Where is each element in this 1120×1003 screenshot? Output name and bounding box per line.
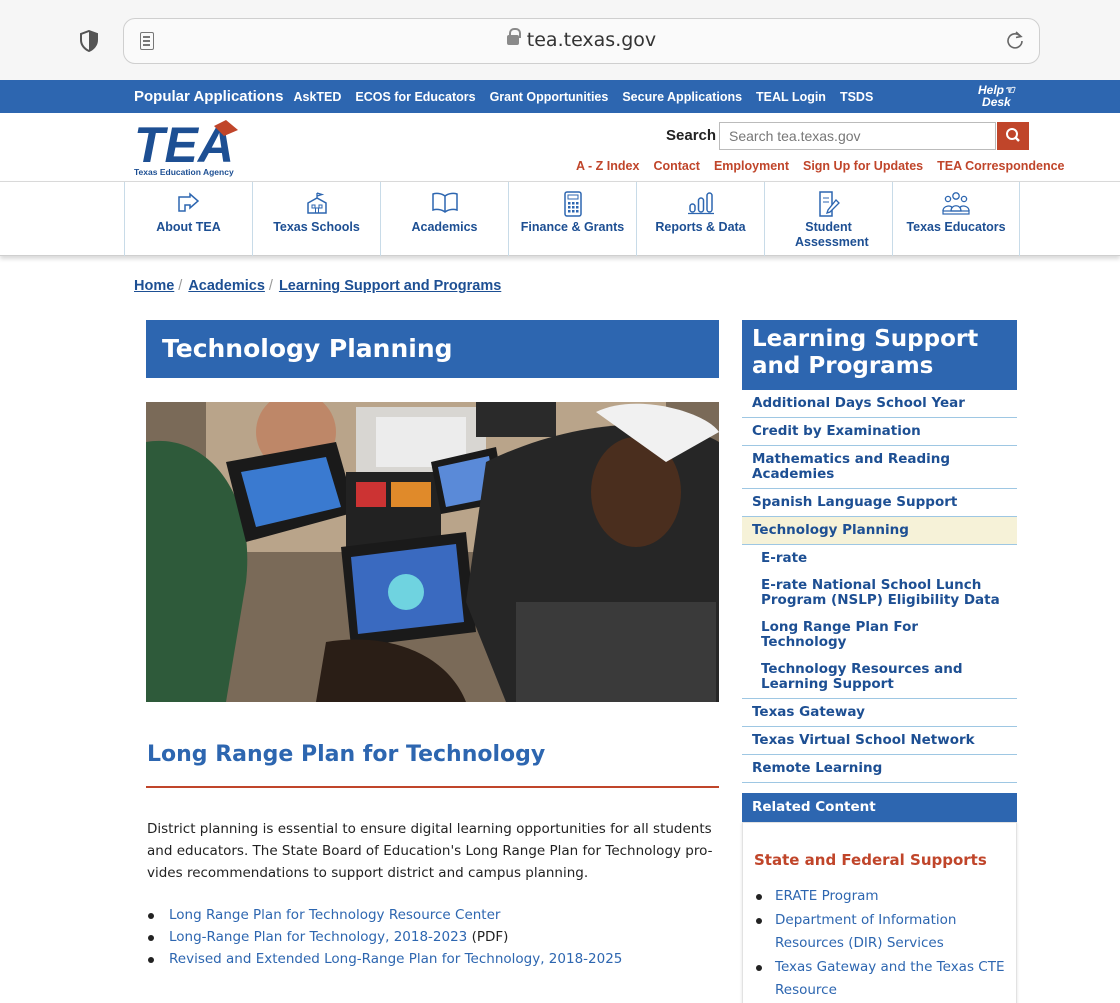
reload-icon[interactable] xyxy=(1005,30,1025,50)
document-edit-icon xyxy=(818,191,840,217)
school-building-icon xyxy=(306,192,327,214)
section-heading: Long Range Plan for Technology xyxy=(147,742,546,767)
lrpt-2018-2023-link[interactable]: Long-Range Plan for Technology, 2018-202… xyxy=(169,929,467,945)
list-item: Revised and Extended Long-Range Plan for… xyxy=(147,948,622,970)
privacy-shield-icon[interactable] xyxy=(80,30,98,52)
logo-subtitle: Texas Education Agency xyxy=(134,167,234,177)
nav-student-assessment-label: Student Assessment xyxy=(795,220,869,249)
resource-links-list: Long Range Plan for Technology Resource … xyxy=(147,904,622,970)
search-button[interactable] xyxy=(997,122,1029,150)
nav-academics-label: Academics xyxy=(411,220,478,234)
main-navigation: About TEA Texas Schools Academics Financ… xyxy=(0,181,1120,256)
url-text: tea.texas.gov xyxy=(526,29,657,51)
sign-up-updates-link[interactable]: Sign Up for Updates xyxy=(803,159,923,173)
breadcrumb-learning-support[interactable]: Learning Support and Programs xyxy=(279,278,501,294)
nav-texas-educators[interactable]: Texas Educators xyxy=(892,182,1020,256)
sidebar-item-tx-virtual-school[interactable]: Texas Virtual School Network xyxy=(742,727,1017,755)
sidebar-item-texas-gateway[interactable]: Texas Gateway xyxy=(742,699,1017,727)
search-icon xyxy=(1006,128,1020,142)
related-link-dir-services[interactable]: Department of Information Resources (DIR… xyxy=(755,909,1015,956)
help-desk-line2: Desk xyxy=(982,95,1011,109)
sidebar-subitem-erate[interactable]: E-rate xyxy=(742,545,1017,572)
employment-link[interactable]: Employment xyxy=(714,159,789,173)
sidebar-subitem-erate-nslp[interactable]: E-rate National School Lunch Program (NS… xyxy=(742,572,1017,614)
open-book-icon xyxy=(431,192,458,213)
related-subheading: State and Federal Supports xyxy=(754,851,987,869)
sidebar-item-technology-planning[interactable]: Technology Planning xyxy=(742,517,1017,545)
nav-student-assessment[interactable]: Student Assessment xyxy=(764,182,892,256)
nav-texas-educators-label: Texas Educators xyxy=(906,220,1006,234)
resource-center-link[interactable]: Long Range Plan for Technology Resource … xyxy=(169,907,500,923)
sidebar-item-spanish-language[interactable]: Spanish Language Support xyxy=(742,489,1017,517)
sidebar-nav: Additional Days School Year Credit by Ex… xyxy=(742,390,1017,783)
lock-icon xyxy=(506,28,521,45)
tsds-link[interactable]: TSDS xyxy=(840,90,873,104)
teal-login-link[interactable]: TEAL Login xyxy=(756,90,826,104)
breadcrumb: Home / Academics / Learning Support and … xyxy=(134,278,501,294)
nav-academics[interactable]: Academics xyxy=(380,182,508,256)
calculator-icon xyxy=(563,191,582,217)
browser-toolbar: tea.texas.gov xyxy=(0,0,1120,80)
sidebar-title: Learning Support and Programs xyxy=(742,320,1017,390)
address-bar[interactable]: tea.texas.gov xyxy=(123,18,1040,64)
sidebar-item-additional-days[interactable]: Additional Days School Year xyxy=(742,390,1017,418)
bar-chart-icon xyxy=(687,192,714,215)
breadcrumb-home[interactable]: Home xyxy=(134,278,174,294)
secure-applications-link[interactable]: Secure Applications xyxy=(622,90,742,104)
top-utility-bar: Popular Applications AskTED ECOS for Edu… xyxy=(0,80,1120,113)
students-using-tablets-photo xyxy=(146,402,719,702)
search-label: Search xyxy=(666,127,717,144)
nav-texas-schools[interactable]: Texas Schools xyxy=(252,182,380,256)
askted-link[interactable]: AskTED xyxy=(293,90,341,104)
sidebar-subitem-tech-resources[interactable]: Technology Resources and Learning Suppor… xyxy=(742,656,1017,699)
tea-correspondence-link[interactable]: TEA Correspondence xyxy=(937,159,1064,173)
breadcrumb-separator: / xyxy=(178,278,183,294)
related-link-texas-gateway-cte[interactable]: Texas Gateway and the Texas CTE Resource xyxy=(755,956,1015,1003)
related-content-heading: Related Content xyxy=(742,793,1017,822)
nav-about-tea-label: About TEA xyxy=(156,220,221,234)
related-links-list: ERATE Program Department of Information … xyxy=(755,885,1015,1003)
page-title: Technology Planning xyxy=(146,320,719,378)
sidebar-subitem-long-range-plan[interactable]: Long Range Plan For Technology xyxy=(742,614,1017,656)
list-item: Long Range Plan for Technology Resource … xyxy=(147,904,622,926)
nav-finance-grants-label: Finance & Grants xyxy=(520,220,625,234)
related-link-erate[interactable]: ERATE Program xyxy=(755,885,1015,909)
section-divider xyxy=(146,786,719,788)
file-type-label: (PDF) xyxy=(467,929,509,945)
sidebar-item-remote-learning[interactable]: Remote Learning xyxy=(742,755,1017,783)
nav-finance-grants[interactable]: Finance & Grants xyxy=(508,182,636,256)
list-item: Long-Range Plan for Technology, 2018-202… xyxy=(147,926,622,948)
nav-about-tea[interactable]: About TEA xyxy=(124,182,252,256)
popular-applications-link[interactable]: Popular Applications xyxy=(134,88,283,105)
utility-links: A - Z Index Contact Employment Sign Up f… xyxy=(576,159,1064,173)
nav-reports-data[interactable]: Reports & Data xyxy=(636,182,764,256)
nav-reports-data-label: Reports & Data xyxy=(655,220,746,234)
az-index-link[interactable]: A - Z Index xyxy=(576,159,639,173)
breadcrumb-academics[interactable]: Academics xyxy=(188,278,265,294)
nav-texas-schools-label: Texas Schools xyxy=(273,220,360,234)
sidebar-item-math-reading-academies[interactable]: Mathematics and Reading Academies xyxy=(742,446,1017,489)
educators-group-icon xyxy=(942,192,970,215)
help-desk-link[interactable]: Help☜ Desk xyxy=(978,84,1015,108)
search-input[interactable]: Search tea.texas.gov xyxy=(719,122,996,150)
hand-pointer-icon xyxy=(177,192,199,212)
lrpt-2018-2025-link[interactable]: Revised and Extended Long-Range Plan for… xyxy=(169,951,622,967)
sidebar-item-credit-by-exam[interactable]: Credit by Examination xyxy=(742,418,1017,446)
breadcrumb-separator: / xyxy=(268,278,273,294)
ecos-link[interactable]: ECOS for Educators xyxy=(355,90,475,104)
grant-opportunities-link[interactable]: Grant Opportunities xyxy=(490,90,609,104)
intro-paragraph: District planning is essential to ensure… xyxy=(147,821,713,881)
contact-link[interactable]: Contact xyxy=(653,159,700,173)
